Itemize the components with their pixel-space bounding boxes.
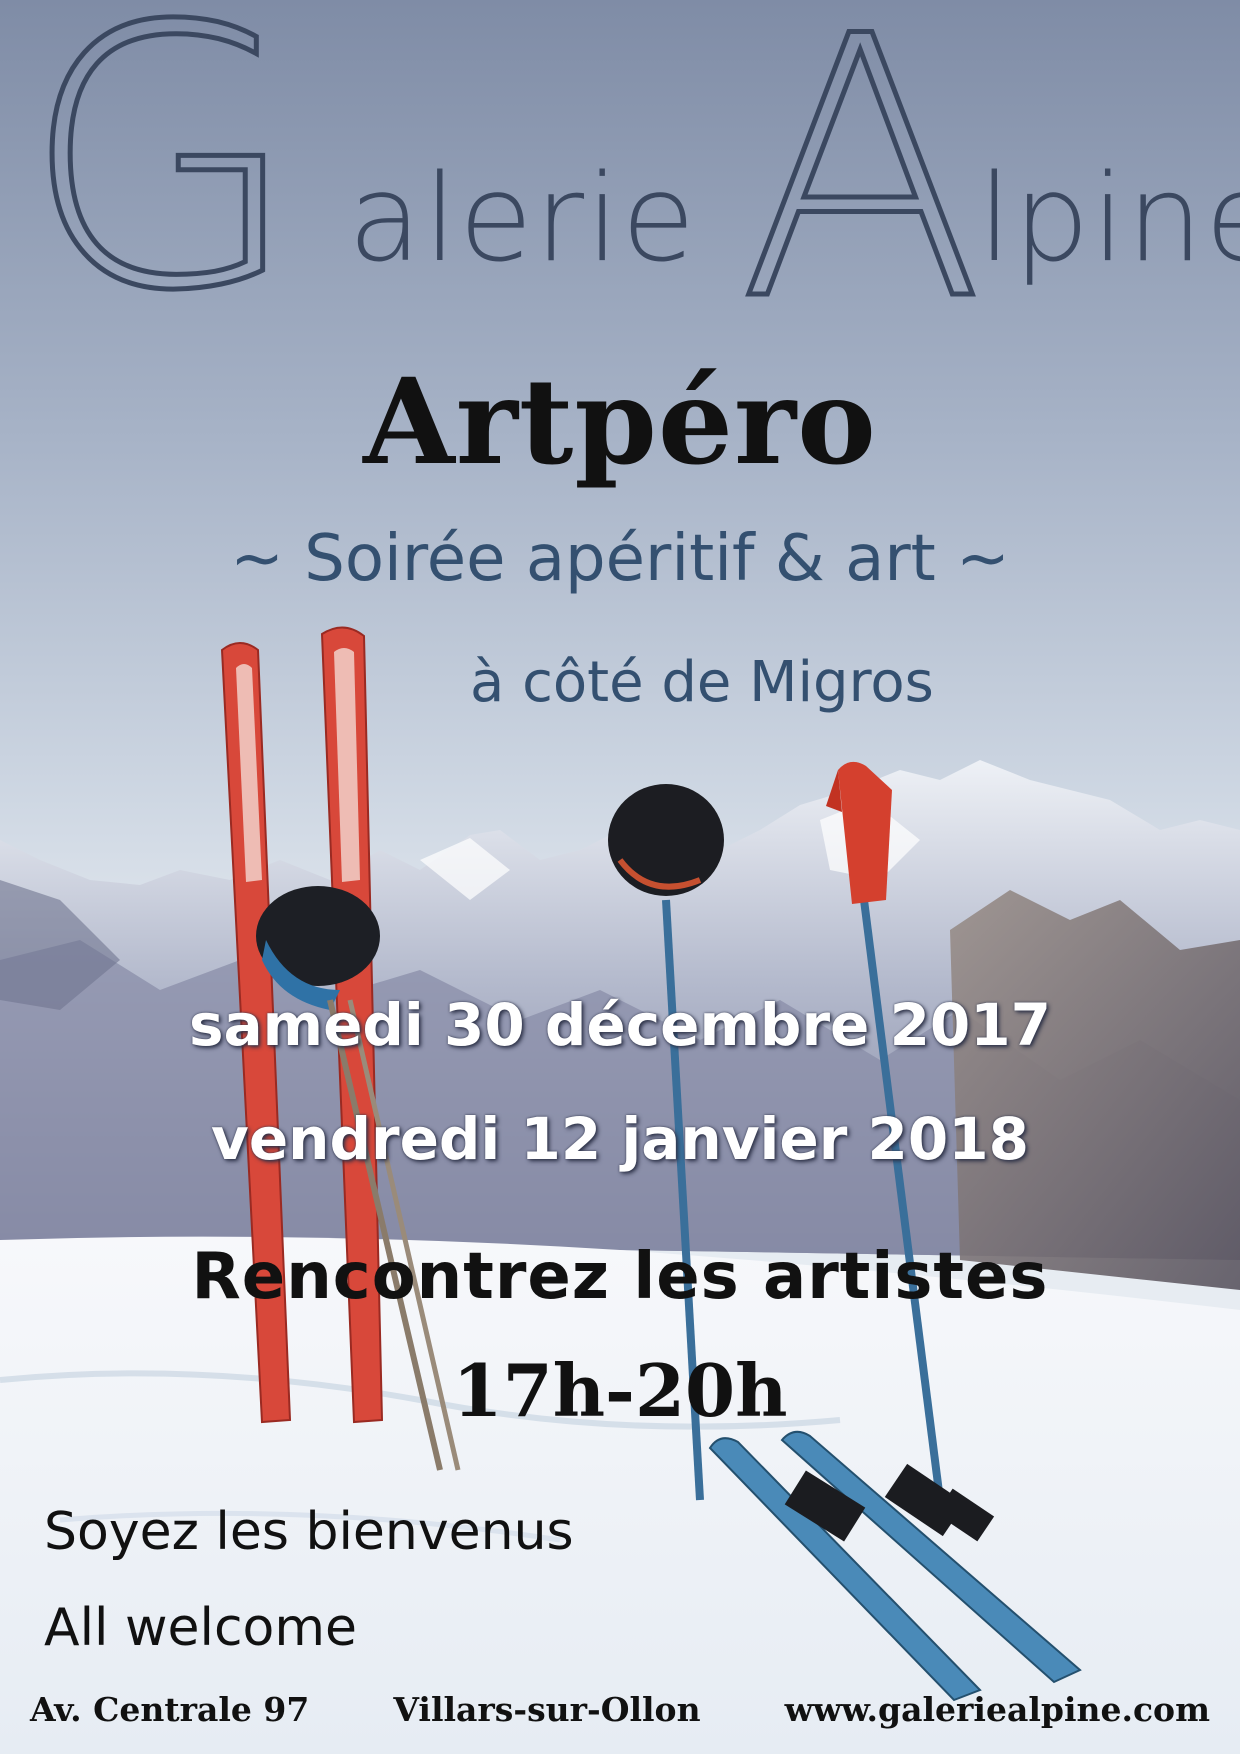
footer-website[interactable]: www.galeriealpine.com	[785, 1690, 1210, 1729]
event-date-2: vendredi 12 janvier 2018	[211, 1105, 1029, 1173]
footer: Av. Centrale 97 Villars-sur-Ollon www.ga…	[30, 1690, 1210, 1729]
welcome-english: All welcome	[44, 1598, 358, 1658]
event-tagline: Rencontrez les artistes	[191, 1240, 1049, 1314]
event-subtitle: ~ Soirée apéritif & art ~	[230, 522, 1010, 596]
logo-letter-g: G	[20, 0, 304, 369]
logo-letter-a: A	[735, 0, 986, 379]
welcome-text: Soyez les bienvenus All welcome	[44, 1484, 574, 1676]
event-date-1: samedi 30 décembre 2017	[188, 991, 1051, 1059]
welcome-french: Soyez les bienvenus	[44, 1502, 574, 1562]
poster: G alerie A lpine Artpéro ~ Soirée apérit…	[0, 0, 1240, 1754]
black-helmet-center	[608, 784, 724, 896]
footer-address: Av. Centrale 97	[30, 1690, 310, 1729]
logo-letters-lpine: lpine	[978, 150, 1240, 289]
event-title: Artpéro	[363, 352, 877, 491]
event-location: à côté de Migros	[470, 650, 934, 715]
event-time: 17h-20h	[452, 1348, 788, 1433]
event-dates: samedi 30 décembre 2017 vendredi 12 janv…	[0, 968, 1240, 1196]
logo-letters-alerie: alerie	[348, 150, 698, 289]
footer-town: Villars-sur-Ollon	[393, 1690, 701, 1729]
gallery-logo: G alerie A lpine	[18, 0, 1240, 352]
